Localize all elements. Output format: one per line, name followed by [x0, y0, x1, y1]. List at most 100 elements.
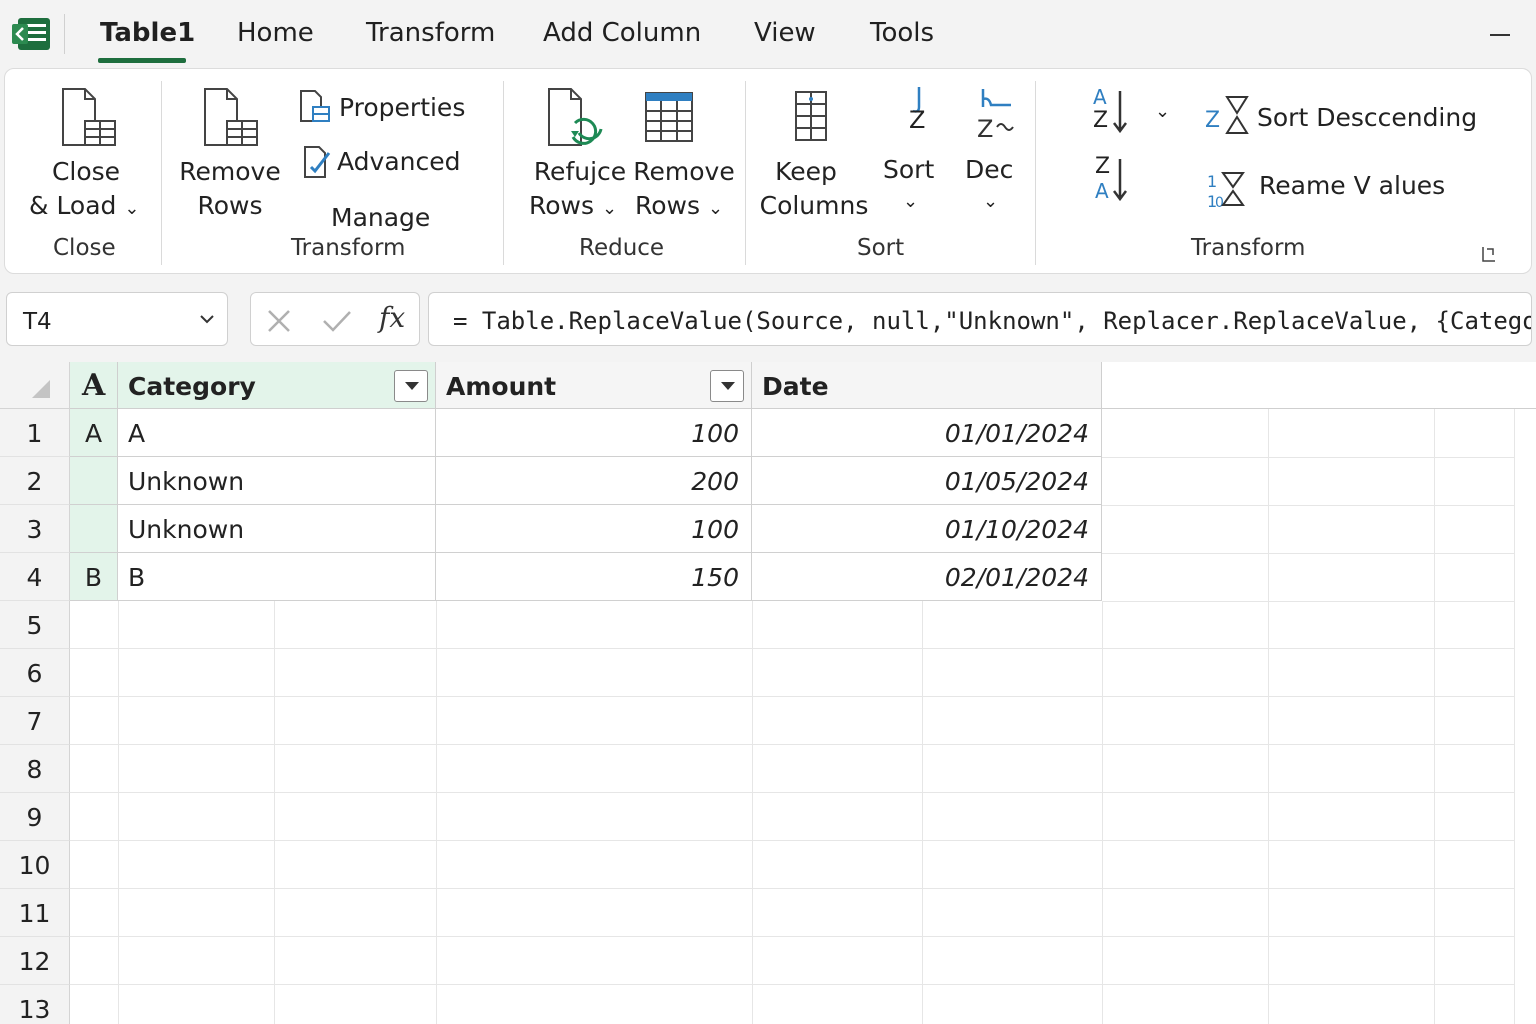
tab-home[interactable]: Home: [237, 18, 314, 48]
svg-text:0: 0: [1215, 195, 1224, 211]
advanced-editor-icon: [304, 146, 331, 178]
keep-columns-label-1: Keep: [775, 157, 837, 186]
gridline: [436, 601, 437, 1024]
group-separator: [745, 81, 746, 265]
gridline: [70, 696, 1514, 697]
reduce-rows-label-1: Refujce: [533, 157, 627, 186]
gridline: [1102, 601, 1514, 602]
tab-transform[interactable]: Transform: [366, 18, 495, 48]
arrow-down-icon: [1113, 159, 1127, 202]
gridline: [1268, 409, 1269, 1024]
filter-dropdown-button[interactable]: [710, 370, 744, 402]
chevron-down-icon: ⌄: [983, 191, 999, 212]
confirm-icon[interactable]: [321, 307, 353, 335]
minimize-icon[interactable]: [1490, 34, 1510, 36]
refresh-doc-icon: [548, 88, 603, 146]
chevron-down-icon: ⌄: [903, 191, 919, 212]
advanced-label: Advanced: [337, 147, 461, 176]
row-number[interactable]: 13: [0, 985, 70, 1024]
close-load-label-2: & Load ⌄: [29, 191, 140, 220]
table-icon: [645, 92, 693, 142]
chevron-down-icon: ⌄: [1155, 101, 1171, 122]
category-cell[interactable]: B: [118, 553, 436, 601]
row-number[interactable]: 12: [0, 937, 70, 985]
row-number[interactable]: 1: [0, 409, 70, 457]
amount-cell[interactable]: 150: [436, 553, 752, 601]
az-top-letter: A: [1093, 85, 1107, 109]
fx-icon[interactable]: fx: [379, 301, 405, 334]
column-header-date[interactable]: Date: [752, 362, 1102, 409]
gridline: [752, 601, 753, 1024]
active-tab-indicator: [98, 58, 186, 63]
row-number[interactable]: 8: [0, 745, 70, 793]
gridline: [1102, 457, 1514, 458]
formula-input[interactable]: = Table.ReplaceValue(Source, null,"Unkno…: [428, 292, 1532, 346]
gridline: [118, 601, 119, 1024]
filter-dropdown-button[interactable]: [394, 370, 428, 402]
remove-rows-label-2: Rows ⌄: [635, 191, 724, 220]
cancel-icon[interactable]: [265, 307, 293, 335]
properties-label: Properties: [339, 93, 466, 122]
tab-tools[interactable]: Tools: [870, 18, 934, 48]
select-all-corner[interactable]: [0, 362, 70, 409]
tab-table1[interactable]: Table1: [100, 18, 195, 48]
row-number[interactable]: 5: [0, 601, 70, 649]
type-cell: B: [70, 553, 118, 601]
date-cell[interactable]: 02/01/2024: [752, 553, 1102, 601]
gridline: [70, 840, 1514, 841]
gridline: [70, 792, 1514, 793]
category-cell[interactable]: Unknown: [118, 505, 436, 553]
row-number[interactable]: 7: [0, 697, 70, 745]
sort-descending-label: Sort Desccending: [1257, 103, 1478, 132]
column-header-label: Amount: [446, 372, 557, 401]
type-cell: [70, 505, 118, 553]
close-load-label-1: Close: [51, 157, 121, 186]
category-cell[interactable]: A: [118, 409, 436, 457]
excel-app-icon[interactable]: [10, 14, 52, 54]
tab-view[interactable]: View: [754, 18, 816, 48]
date-cell[interactable]: 01/10/2024: [752, 505, 1102, 553]
data-grid: A Category Amount Date 1 A A 100 01/01/2…: [0, 362, 1536, 1024]
chevron-down-icon: ⌄: [707, 198, 724, 219]
row-number[interactable]: 3: [0, 505, 70, 553]
gridline: [922, 601, 923, 1024]
formula-text: = Table.ReplaceValue(Source, null,"Unkno…: [453, 307, 1532, 335]
column-header-category[interactable]: Category: [118, 362, 436, 409]
name-box-value: T4: [23, 309, 52, 335]
column-header-amount[interactable]: Amount: [436, 362, 752, 409]
row-number[interactable]: 9: [0, 793, 70, 841]
row-number[interactable]: 10: [0, 841, 70, 889]
column-header-label: Category: [128, 372, 256, 401]
gridline: [1102, 601, 1103, 1024]
group-separator: [161, 81, 162, 265]
gridline: [70, 888, 1514, 889]
group-label-close: Close: [53, 235, 116, 261]
name-box[interactable]: T4: [6, 292, 228, 346]
date-cell[interactable]: 01/01/2024: [752, 409, 1102, 457]
formula-buttons: fx: [250, 292, 420, 346]
svg-text:Z: Z: [1205, 108, 1220, 133]
remove-rows-label-1: Remove: [179, 157, 281, 186]
tab-add-column[interactable]: Add Column: [543, 18, 701, 48]
type-cell: A: [70, 409, 118, 457]
column-type-icon[interactable]: A: [70, 362, 118, 409]
sort-dec-icon: Z: [977, 89, 1014, 143]
gridline: [1434, 409, 1435, 1024]
date-cell[interactable]: 01/05/2024: [752, 457, 1102, 505]
row-number[interactable]: 6: [0, 649, 70, 697]
category-cell[interactable]: Unknown: [118, 457, 436, 505]
triangle-icon: [32, 380, 50, 398]
chevron-down-icon: ⌄: [124, 198, 140, 219]
dec-label: Dec: [965, 155, 1014, 184]
svg-text:1: 1: [1207, 172, 1217, 191]
amount-cell[interactable]: 100: [436, 505, 752, 553]
row-number[interactable]: 2: [0, 457, 70, 505]
remove-rows-icon: [204, 88, 258, 146]
sort-label: Sort: [883, 155, 935, 184]
amount-cell[interactable]: 200: [436, 457, 752, 505]
amount-cell[interactable]: 100: [436, 409, 752, 457]
dialog-launcher-icon[interactable]: [1481, 245, 1497, 263]
row-number[interactable]: 4: [0, 553, 70, 601]
row-number[interactable]: 11: [0, 889, 70, 937]
gridline: [70, 648, 1514, 649]
